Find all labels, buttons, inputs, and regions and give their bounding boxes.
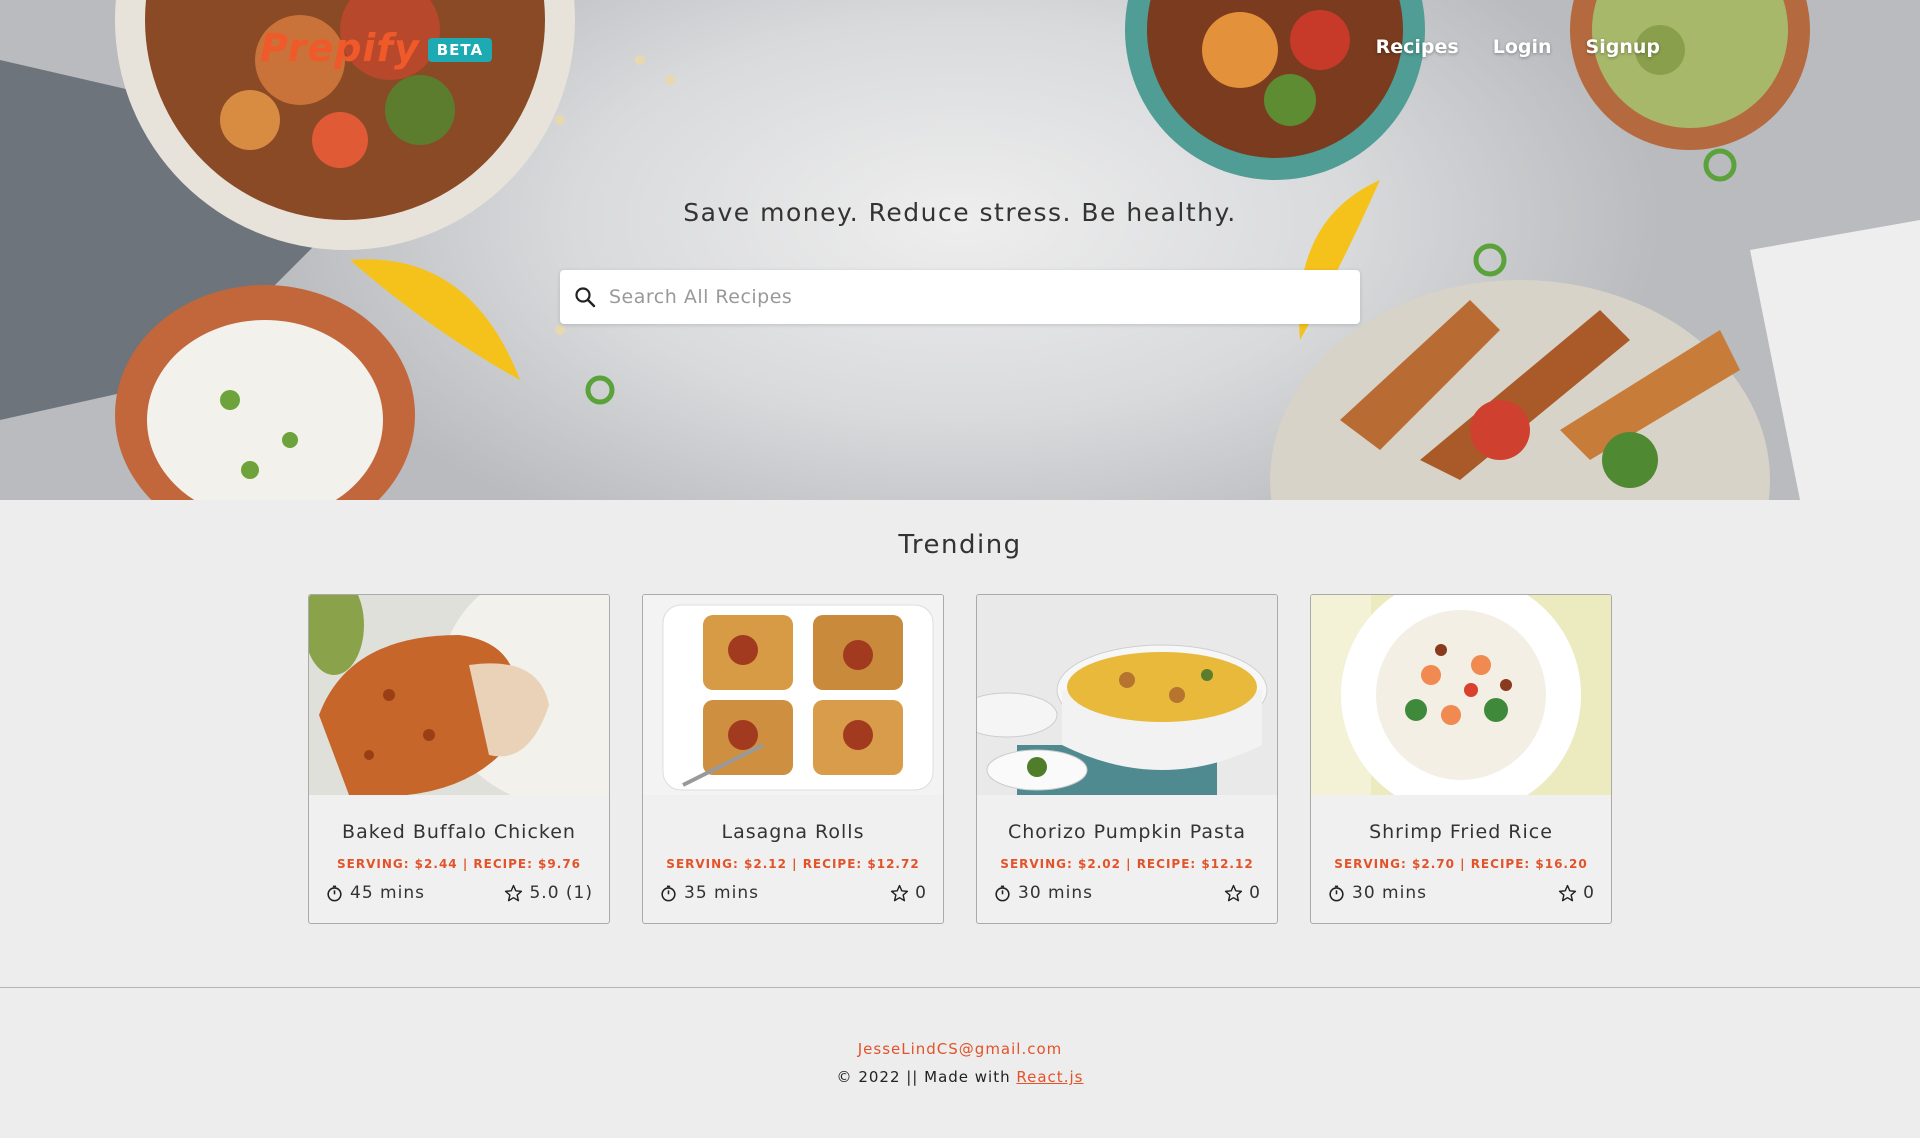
recipe-rating: 0 — [1249, 883, 1261, 903]
recipe-card-baked-buffalo-chicken[interactable]: Baked Buffalo Chicken SERVING: $2.44 | R… — [308, 594, 610, 924]
recipe-rating: 5.0 (1) — [529, 883, 593, 903]
recipe-price: SERVING: $2.12 | RECIPE: $12.72 — [666, 857, 920, 871]
search-input[interactable] — [597, 271, 1360, 323]
logo[interactable]: Prepify BETA — [260, 26, 493, 70]
nav-recipes-link[interactable]: Recipes — [1376, 36, 1459, 58]
recipe-card-chorizo-pumpkin-pasta[interactable]: Chorizo Pumpkin Pasta SERVING: $2.02 | R… — [976, 594, 1278, 924]
nav-signup-link[interactable]: Signup — [1586, 36, 1660, 58]
recipe-name: Chorizo Pumpkin Pasta — [1008, 821, 1246, 843]
copyright-line: © 2022 || Made with React.js — [0, 1068, 1920, 1086]
recipe-image — [977, 595, 1277, 795]
logo-text[interactable]: Prepify — [260, 26, 420, 70]
star-icon — [891, 884, 909, 901]
search-bar[interactable] — [560, 270, 1360, 324]
footer: JesseLindCS@gmail.com © 2022 || Made wit… — [0, 987, 1920, 1086]
recipe-rating: 0 — [1583, 883, 1595, 903]
trending-cards: Baked Buffalo Chicken SERVING: $2.44 | R… — [0, 594, 1920, 924]
recipe-time: 30 mins — [1018, 883, 1093, 903]
nav-login-link[interactable]: Login — [1493, 36, 1552, 58]
react-link[interactable]: React.js — [1016, 1068, 1083, 1086]
hero-food-background — [0, 0, 1920, 500]
timer-icon — [661, 885, 676, 901]
trending-title: Trending — [898, 530, 1022, 560]
recipe-image — [643, 595, 943, 795]
beta-badge: BETA — [427, 38, 493, 62]
search-icon — [575, 287, 596, 308]
recipe-rating: 0 — [915, 883, 927, 903]
hero-tagline: Save money. Reduce stress. Be healthy. — [683, 198, 1237, 227]
recipe-image — [1311, 595, 1611, 795]
recipe-card-shrimp-fried-rice[interactable]: Shrimp Fried Rice SERVING: $2.70 | RECIP… — [1310, 594, 1612, 924]
recipe-price: SERVING: $2.70 | RECIPE: $16.20 — [1334, 857, 1588, 871]
contact-email-link[interactable]: JesseLindCS@gmail.com — [858, 1040, 1063, 1058]
recipe-time: 30 mins — [1352, 883, 1427, 903]
timer-icon — [995, 885, 1010, 901]
recipe-time: 35 mins — [684, 883, 759, 903]
star-icon — [1225, 884, 1243, 901]
recipe-price: SERVING: $2.02 | RECIPE: $12.12 — [1000, 857, 1254, 871]
recipe-name: Lasagna Rolls — [721, 821, 865, 843]
main-nav: Recipes Login Signup — [1376, 36, 1660, 58]
recipe-image — [309, 595, 609, 795]
timer-icon — [327, 885, 342, 901]
recipe-price: SERVING: $2.44 | RECIPE: $9.76 — [336, 857, 582, 871]
recipe-name: Shrimp Fried Rice — [1369, 821, 1553, 843]
copyright-text: © 2022 || Made with — [836, 1068, 1011, 1086]
hero-banner: Prepify BETA Recipes Login Signup Save m… — [0, 0, 1920, 500]
recipe-card-lasagna-rolls[interactable]: Lasagna Rolls SERVING: $2.12 | RECIPE: $… — [642, 594, 944, 924]
recipe-name: Baked Buffalo Chicken — [342, 821, 576, 843]
recipe-time: 45 mins — [350, 883, 425, 903]
star-icon — [505, 884, 523, 901]
timer-icon — [1329, 885, 1344, 901]
star-icon — [1559, 884, 1577, 901]
